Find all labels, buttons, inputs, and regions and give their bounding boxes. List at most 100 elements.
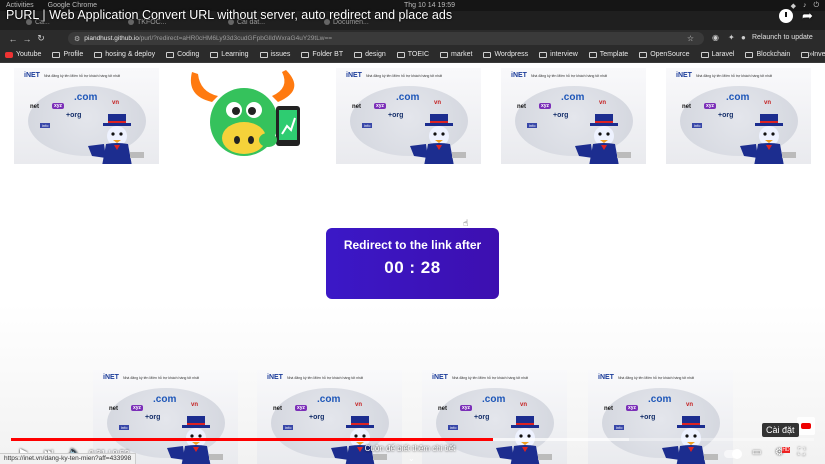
bookmark-coding[interactable]: Coding [166, 51, 199, 58]
youtube-icon [5, 51, 13, 58]
folder-icon [301, 51, 310, 58]
folder-icon [639, 51, 648, 58]
video-title[interactable]: PURL | Web Application Convert URL witho… [6, 8, 452, 22]
fullscreen-icon[interactable]: ⛶ [798, 447, 805, 458]
back-arrow-icon[interactable]: ← [6, 34, 20, 44]
domain-org-label: +org [718, 112, 734, 119]
bookmark-label: Learning [221, 51, 249, 58]
inet-logo: iNET [24, 72, 40, 79]
share-icon[interactable]: ➦ [802, 8, 813, 24]
subtitles-icon[interactable]: ▭ [752, 447, 761, 458]
redirect-countdown-box: Redirect to the link after 00 : 28 [326, 228, 499, 299]
domain-ad-banner[interactable]: iNET Nhà đăng ký tên Miền hỗ trợ khách h… [336, 68, 481, 164]
extension-icon[interactable]: ◉ [712, 33, 719, 42]
domain-com-label: .com [482, 394, 506, 405]
folder-icon [354, 51, 363, 58]
watch-later-icon[interactable] [779, 9, 793, 23]
domain-ad-banner[interactable]: iNET Nhà đăng ký tên Miền hỗ trợ khách h… [666, 68, 811, 164]
domain-xyz-label: xyz [539, 103, 552, 109]
domain-xyz-label: xyz [52, 103, 65, 109]
folder-icon [166, 51, 175, 58]
domain-vn-label: vn [520, 402, 528, 408]
bookmark-issues[interactable]: issues [259, 51, 291, 58]
scroll-hint-text[interactable]: Cuộn để biết thêm chi tiết [340, 444, 480, 453]
bookmark-label: Folder BT [312, 51, 344, 58]
power-icon: ⏻ [813, 1, 819, 9]
penguin-mascot-image [88, 114, 144, 164]
domain-com-label: .com [648, 394, 672, 405]
ad-header: iNET Nhà đăng ký tên Miền hỗ trợ khách h… [432, 374, 528, 381]
bookmark-label: Laravel [711, 51, 735, 58]
link-status-bar: https://inet.vn/dang-ky-ten-mien?aff=433… [0, 453, 137, 464]
ad-header: iNET Nhà đăng ký tên Miền hỗ trợ khách h… [511, 72, 607, 79]
chevron-down-icon[interactable]: ⌄ [408, 454, 415, 463]
screen: Activities Google Chrome Thg 10 14 19:59… [0, 0, 825, 464]
domain-xyz-label: xyz [704, 103, 717, 109]
forward-arrow-icon[interactable]: → [20, 34, 34, 44]
domain-org-label: +org [474, 414, 490, 421]
domain-xyz-label: xyz [460, 405, 473, 411]
domain-org-label: +org [640, 414, 656, 421]
site-info-icon[interactable]: ⚙ [74, 35, 80, 43]
profile-avatar-icon[interactable]: ● [741, 33, 746, 42]
bookmark-interview[interactable]: interview [539, 51, 578, 58]
bookmark-market[interactable]: market [440, 51, 472, 58]
bookmark-label: Invest [812, 51, 825, 58]
domain-net-label: net [30, 104, 39, 110]
domain-vn-label: vn [191, 402, 199, 408]
url-host: piandhust.github.io [84, 35, 139, 42]
bookmark-label: market [451, 51, 473, 58]
domain-xyz-label: xyz [295, 405, 308, 411]
folder-icon [539, 51, 548, 58]
ad-tagline: Nhà đăng ký tên Miền hỗ trợ khách hàng t… [617, 375, 694, 380]
relaunch-to-update-button[interactable]: Relaunch to update [752, 34, 813, 41]
bookmark-design[interactable]: design [354, 51, 386, 58]
bookmark-invest[interactable]: Invest [801, 51, 825, 58]
url-bar[interactable]: ⚙ piandhust.github.io /purl/?redirect=aH… [68, 32, 704, 45]
inet-logo: iNET [511, 72, 527, 79]
domain-ad-banner[interactable]: iNET Nhà đăng ký tên Miền hỗ trợ khách h… [14, 68, 159, 164]
bookmark-star-icon[interactable]: ☆ [687, 34, 694, 43]
ad-tagline: Nhà đăng ký tên Miền hỗ trợ khách hàng t… [451, 375, 528, 380]
penguin-mascot-image [575, 114, 631, 164]
bookmark-template[interactable]: Template [588, 51, 628, 58]
bookmark-hosing-deploy[interactable]: hosing & deploy [94, 51, 155, 58]
extensions-puzzle-icon[interactable]: ✦ [728, 33, 735, 42]
countdown-timer: 00 : 28 [384, 258, 441, 277]
penguin-mascot-image [410, 114, 466, 164]
bookmark-blockchain[interactable]: Blockchain [745, 51, 790, 58]
bookmark-label: OpenSource [650, 51, 690, 58]
ad-header: iNET Nhà đăng ký tên Miền hỗ trợ khách h… [676, 72, 772, 79]
bookmark-youtube[interactable]: Youtube [5, 51, 41, 58]
bookmark-learning[interactable]: Learning [210, 51, 249, 58]
bookmarks-overflow-icon[interactable]: » [809, 51, 813, 58]
domain-info-label: info [119, 425, 130, 430]
folder-icon [745, 51, 754, 58]
folder-icon [94, 51, 103, 58]
video-progress-bar[interactable] [11, 438, 814, 441]
domain-vn-label: vn [599, 100, 607, 106]
bookmark-label: issues [270, 51, 291, 58]
inet-logo: iNET [432, 374, 448, 381]
domain-ad-banner[interactable]: iNET Nhà đăng ký tên Miền hỗ trợ khách h… [501, 68, 646, 164]
bookmark-laravel[interactable]: Laravel [700, 51, 735, 58]
penguin-mascot-image [740, 114, 796, 164]
youtube-logo-icon[interactable] [797, 417, 815, 435]
domain-xyz-label: xyz [374, 103, 387, 109]
reload-icon[interactable]: ↻ [34, 33, 48, 44]
bookmark-label: Profile [63, 51, 84, 58]
bookmark-folder-bt[interactable]: Folder BT [301, 51, 343, 58]
bookmark-wordpress[interactable]: Wordpress [483, 51, 528, 58]
bookmark-profile[interactable]: Profile [52, 51, 83, 58]
domain-net-label: net [352, 104, 361, 110]
inet-logo: iNET [103, 374, 119, 381]
url-path: /purl/?redirect=aHR0cHM6Ly93d3cudGFpbGll… [138, 35, 333, 42]
inet-logo: iNET [598, 374, 614, 381]
bookmark-label: hosing & deploy [105, 51, 156, 58]
bookmark-toeic[interactable]: TOEIC [396, 51, 429, 58]
bull-mascot-image[interactable] [182, 66, 312, 166]
autoplay-toggle[interactable] [724, 449, 742, 459]
folder-icon [440, 51, 449, 58]
domain-info-label: info [614, 425, 625, 430]
bookmark-opensource[interactable]: OpenSource [639, 51, 690, 58]
